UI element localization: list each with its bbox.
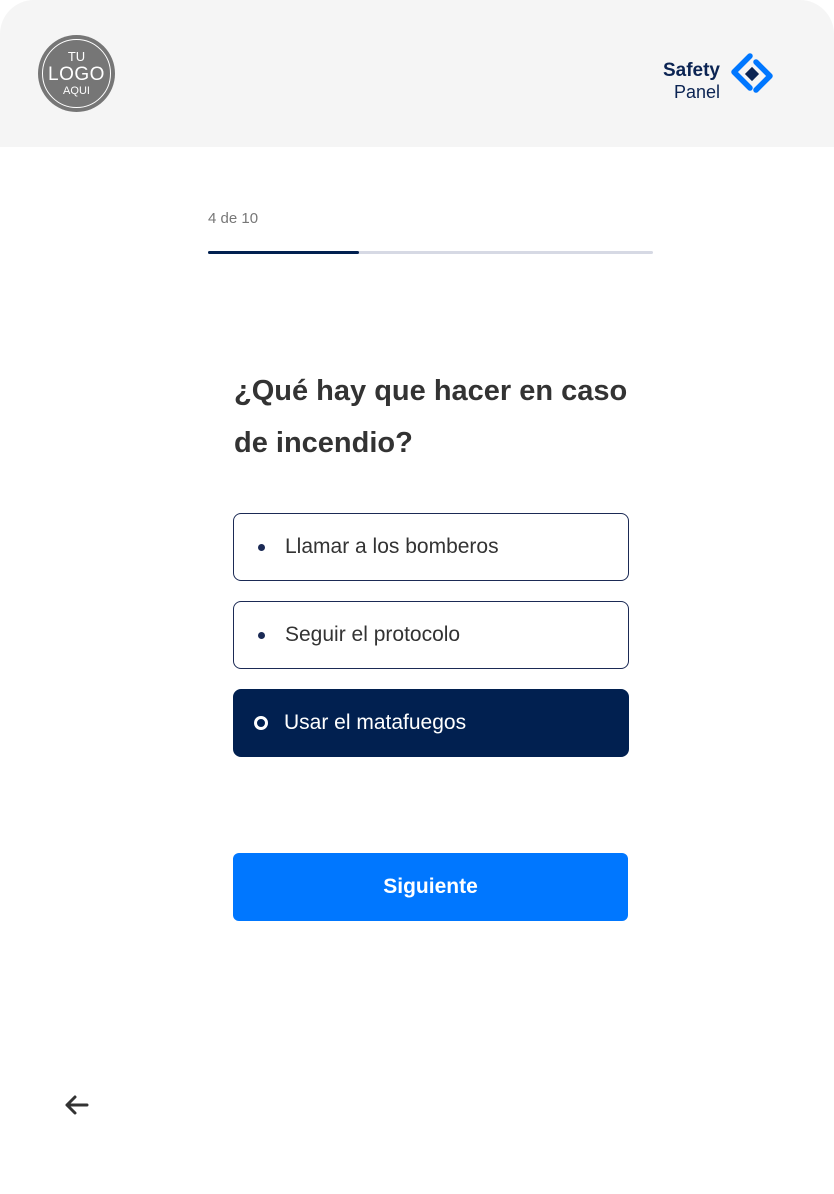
option-bullet-icon <box>258 631 265 639</box>
answer-option-1[interactable]: Llamar a los bomberos <box>233 513 629 581</box>
client-logo-line3: AQUI <box>63 85 90 97</box>
answer-option-label: Usar el matafuegos <box>284 711 467 734</box>
answer-option-2[interactable]: Seguir el protocolo <box>233 601 629 669</box>
app-frame: TU LOGO AQUI Safety Panel 4 de 10 ¿Qué h… <box>0 0 834 1194</box>
header: TU LOGO AQUI Safety Panel <box>0 0 834 147</box>
answer-option-label: Seguir el protocolo <box>285 623 461 646</box>
safety-panel-diamond-icon <box>731 53 773 93</box>
brand-logo: Safety Panel <box>652 52 782 102</box>
answer-option-label: Llamar a los bomberos <box>285 535 499 558</box>
client-logo-line1: TU <box>67 49 86 64</box>
arrow-left-icon <box>65 1095 89 1115</box>
next-button[interactable]: Siguiente <box>233 853 628 921</box>
option-bullet-icon <box>254 716 268 730</box>
question-text: ¿Qué hay que hacer en caso de incendio? <box>234 375 628 459</box>
answer-option-3[interactable]: Usar el matafuegos <box>233 689 629 757</box>
back-button[interactable] <box>60 1090 92 1120</box>
client-logo-text: TU LOGO AQUI <box>48 50 105 97</box>
client-logo-line2: LOGO <box>48 64 105 85</box>
brand-subtitle: Panel <box>673 82 720 102</box>
step-counter: 4 de 10 <box>208 210 259 227</box>
progress-bar <box>208 251 653 254</box>
client-logo: TU LOGO AQUI <box>38 35 115 112</box>
progress-bar-fill <box>208 251 360 254</box>
option-bullet-icon <box>258 543 265 551</box>
brand-name: Safety <box>662 60 720 81</box>
